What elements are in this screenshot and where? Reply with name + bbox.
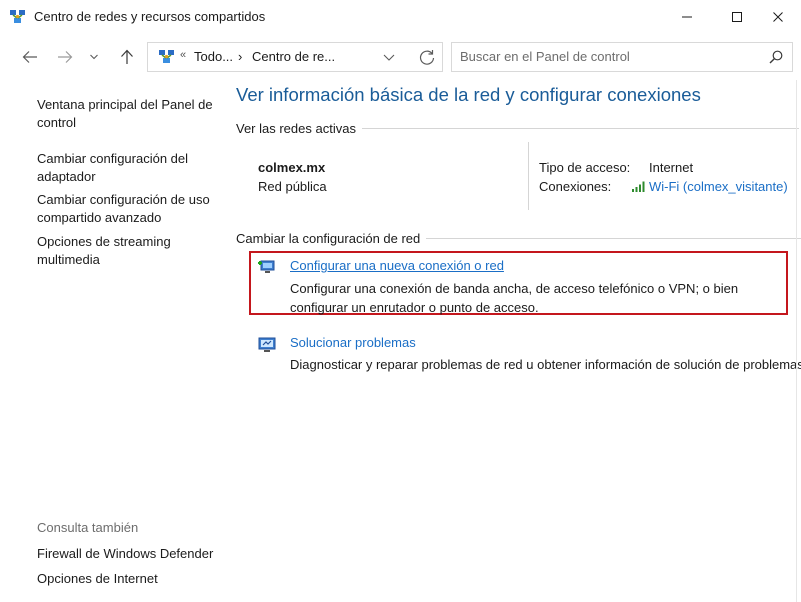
recent-locations-button[interactable] [81,44,107,70]
section-divider [361,128,799,129]
access-type-value: Internet [649,160,694,175]
access-type-label: Tipo de acceso: [539,160,631,175]
section-divider [426,238,801,239]
page-title: Ver información básica de la red y confi… [236,84,701,105]
change-settings-heading-text: Cambiar la configuración de red [236,231,421,246]
minimize-icon [682,16,692,18]
network-category[interactable]: Red pública [258,179,327,194]
breadcrumb-separator[interactable]: › [238,49,242,64]
sidebar-item-change-adapter-settings[interactable]: Cambiar configuración del adaptador [37,150,217,186]
back-button[interactable] [17,44,43,70]
arrow-left-icon [22,51,37,63]
arrow-right-icon [58,51,73,63]
title-bar: Centro de redes y recursos compartidos [0,0,801,34]
see-also-heading: Consulta también [37,520,139,535]
sidebar-item-advanced-sharing-settings[interactable]: Cambiar configuración de uso compartido … [37,191,217,227]
breadcrumb-all-items[interactable]: Todo... [194,49,233,64]
active-networks-heading: Ver las redes activas [236,121,801,136]
up-button[interactable] [114,44,140,70]
troubleshoot-link[interactable]: Solucionar problemas [290,335,416,350]
minimize-button[interactable] [664,0,710,34]
arrow-up-icon [121,49,133,64]
troubleshoot-icon [258,337,276,352]
new-connection-icon [258,260,275,273]
connections-label: Conexiones: [539,179,612,194]
search-placeholder: Buscar en el Panel de control [460,49,630,64]
troubleshoot-description: Diagnosticar y reparar problemas de red … [290,357,801,372]
chevron-down-icon [90,54,98,60]
search-input[interactable]: Buscar en el Panel de control [451,42,793,72]
navigation-bar: « Todo... › Centro de re... Buscar en el… [0,34,801,80]
window-title: Centro de redes y recursos compartidos [34,9,266,24]
change-settings-heading: Cambiar la configuración de red [236,231,801,246]
sidebar-item-internet-options[interactable]: Opciones de Internet [37,570,217,588]
network-name: colmex.mx [258,160,326,175]
search-icon[interactable] [768,49,784,65]
network-center-icon [159,50,174,63]
sidebar-item-media-streaming-options[interactable]: Opciones de streaming multimedia [37,233,217,269]
maximize-button[interactable] [714,0,760,34]
refresh-icon[interactable] [417,48,437,68]
window-edge [796,80,797,602]
chevron-down-icon[interactable] [381,49,397,65]
breadcrumb-overflow[interactable]: « [180,49,186,61]
sidebar-item-windows-firewall[interactable]: Firewall de Windows Defender [37,545,217,563]
maximize-icon [732,12,742,22]
address-bar[interactable]: « Todo... › Centro de re... [147,42,443,72]
vertical-divider [528,142,529,210]
breadcrumb-network-center[interactable]: Centro de re... [252,49,335,64]
wifi-connection-link[interactable]: Wi-Fi (colmex_visitante) [649,179,788,194]
left-pane: Ventana principal del Panel de control C… [0,80,222,602]
setup-new-connection-link[interactable]: Configurar una nueva conexión o red [290,258,504,273]
network-center-icon [10,10,25,23]
close-button[interactable] [755,0,801,34]
main-content: Ver información básica de la red y confi… [222,80,801,602]
setup-new-connection-description: Configurar una conexión de banda ancha, … [290,281,739,315]
wifi-signal-icon [632,181,645,192]
sidebar-item-control-panel-home[interactable]: Ventana principal del Panel de control [37,96,217,132]
close-icon [773,12,783,22]
forward-button[interactable] [52,44,78,70]
active-networks-heading-text: Ver las redes activas [236,121,356,136]
